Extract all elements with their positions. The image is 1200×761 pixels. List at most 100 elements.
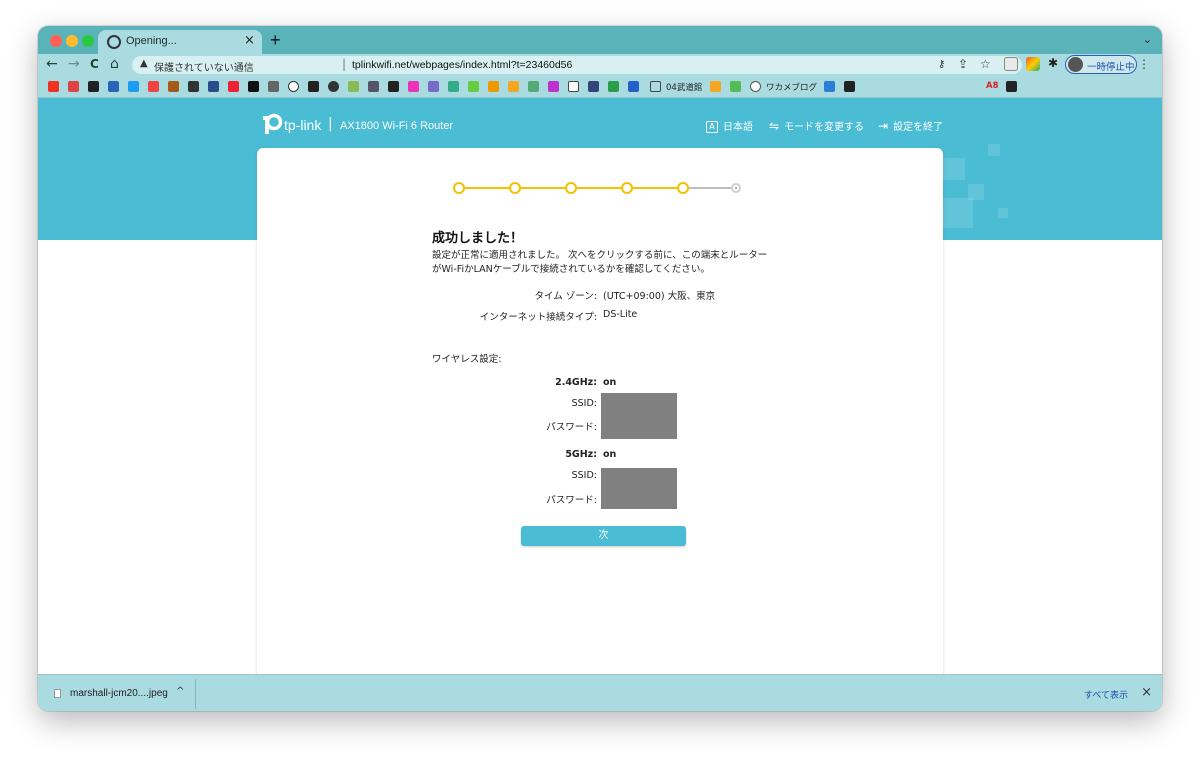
- change-mode-link[interactable]: ⇋ モードを変更する: [769, 118, 864, 133]
- back-button[interactable]: ←: [46, 56, 58, 72]
- browser-menu-icon[interactable]: ⋮: [1138, 57, 1150, 71]
- profile-button[interactable]: 一時停止中: [1065, 55, 1137, 74]
- twitter-bookmark-icon[interactable]: [128, 81, 139, 92]
- tab-opening[interactable]: Opening... ×: [98, 30, 262, 54]
- bookmark-icon[interactable]: [368, 81, 379, 92]
- minimize-window-button[interactable]: [66, 35, 78, 47]
- change-mode-label: モードを変更する: [784, 122, 865, 133]
- bookmark-folder-label[interactable]: 04武道館: [666, 81, 702, 93]
- wireless-settings-heading: ワイヤレス設定:: [432, 354, 502, 365]
- bookmark-icon[interactable]: [548, 81, 559, 92]
- bookmark-icon[interactable]: [588, 81, 599, 92]
- bookmark-icon[interactable]: [608, 81, 619, 92]
- bookmark-icon[interactable]: [824, 81, 835, 92]
- success-heading: 成功しました！: [432, 231, 524, 246]
- header-separator: |: [328, 116, 333, 132]
- amazon-bookmark-icon[interactable]: [88, 81, 99, 92]
- bookmark-icon[interactable]: [208, 81, 219, 92]
- bookmark-icon[interactable]: [488, 81, 499, 92]
- new-tab-button[interactable]: +: [270, 30, 281, 51]
- bookmark-icon[interactable]: [628, 81, 639, 92]
- bookmark-icon[interactable]: [428, 81, 439, 92]
- bookmark-icon[interactable]: [248, 81, 259, 92]
- bookmarks-bar: 04武道館 ワカメブログ A8: [38, 76, 1162, 98]
- bookmark-icon[interactable]: [528, 81, 539, 92]
- exit-setup-link[interactable]: ⇥ 設定を終了: [878, 118, 943, 133]
- bookmark-icon[interactable]: [108, 81, 119, 92]
- connection-type-value: DS-Lite: [603, 309, 638, 320]
- bookmark-icon[interactable]: [730, 81, 741, 92]
- key-icon[interactable]: ⚷: [938, 59, 945, 70]
- bookmark-icon[interactable]: [328, 81, 339, 92]
- reload-button[interactable]: C: [90, 57, 99, 71]
- puzzle-extensions-icon[interactable]: ✱: [1048, 56, 1058, 70]
- password-5ghz-label: パスワード:: [546, 495, 597, 506]
- step-remaining-line: [683, 187, 735, 189]
- bookmark-icon[interactable]: [288, 81, 299, 92]
- bookmark-icon[interactable]: [468, 81, 479, 92]
- bookmark-icon[interactable]: [844, 81, 855, 92]
- browser-toolbar: ← → C ⌂ ▲ 保護されていない通信 | tplinkwifi.net/we…: [38, 54, 1162, 76]
- next-button[interactable]: 次: [521, 526, 686, 546]
- close-download-shelf-icon[interactable]: ×: [1141, 685, 1152, 700]
- security-status[interactable]: 保護されていない通信: [154, 59, 254, 74]
- show-all-downloads-link[interactable]: すべて表示: [1084, 688, 1128, 701]
- bookmark-icon[interactable]: [1006, 81, 1017, 92]
- address-bar[interactable]: ▲ 保護されていない通信 | tplinkwifi.net/webpages/i…: [132, 56, 1022, 74]
- url-text[interactable]: tplinkwifi.net/webpages/index.html?t=234…: [352, 59, 572, 71]
- profile-status-label: 一時停止中: [1087, 62, 1135, 73]
- home-button[interactable]: ⌂: [110, 56, 119, 72]
- amazon-bookmark-icon[interactable]: [388, 81, 399, 92]
- folder-icon[interactable]: [650, 81, 661, 92]
- maximize-window-button[interactable]: [82, 35, 94, 47]
- share-icon[interactable]: ⇪: [958, 57, 968, 71]
- language-selector[interactable]: A 日本語: [706, 118, 753, 133]
- bookmark-icon[interactable]: [750, 81, 761, 92]
- close-window-button[interactable]: [50, 35, 62, 47]
- extension-icon[interactable]: [1004, 57, 1018, 71]
- analytics-bookmark-icon[interactable]: [710, 81, 721, 92]
- tp-link-logo-icon: [263, 113, 283, 134]
- banner-decoration: [988, 144, 1000, 156]
- bookmark-icon[interactable]: [228, 81, 239, 92]
- download-options-chevron-icon[interactable]: ^: [176, 686, 184, 697]
- bookmark-icon[interactable]: [568, 81, 579, 92]
- bookmark-icon[interactable]: [308, 81, 319, 92]
- banner-decoration: [943, 198, 973, 228]
- band-5ghz-label: 5GHz:: [565, 449, 597, 460]
- globe-icon: [107, 35, 121, 49]
- bookmark-star-icon[interactable]: ☆: [980, 57, 991, 71]
- bookmark-label[interactable]: ワカメブログ: [766, 81, 817, 93]
- success-message: 設定が正常に適用されました。 次へをクリックする前に、この端末とルーターがWi-…: [432, 250, 768, 275]
- bookmark-icon[interactable]: [448, 81, 459, 92]
- bookmark-icon[interactable]: [148, 81, 159, 92]
- tab-close-icon[interactable]: ×: [244, 33, 255, 48]
- step-dot: [621, 182, 633, 194]
- rakuten-bookmark-icon[interactable]: [408, 81, 419, 92]
- banner-decoration: [998, 208, 1008, 218]
- band-24ghz-label: 2.4GHz:: [555, 377, 597, 388]
- download-file-name[interactable]: marshall-jcm20....jpeg: [70, 688, 168, 699]
- router-model: AX1800 Wi-Fi 6 Router: [340, 120, 454, 132]
- language-label: 日本語: [723, 122, 753, 133]
- exit-icon: ⇥: [878, 119, 889, 133]
- progress-stepper: [453, 180, 743, 196]
- youtube-bookmark-icon[interactable]: [48, 81, 59, 92]
- language-icon: A: [706, 121, 718, 133]
- timezone-value: (UTC+09:00) 大阪、東京: [603, 291, 716, 302]
- bookmark-icon[interactable]: [188, 81, 199, 92]
- apple-bookmark-icon[interactable]: [268, 81, 279, 92]
- bookmark-icon[interactable]: [168, 81, 179, 92]
- setup-wizard-card: 成功しました！ 設定が正常に適用されました。 次へをクリックする前に、この端末と…: [257, 148, 943, 674]
- band-24ghz-value: on: [603, 377, 617, 388]
- analytics-bookmark-icon[interactable]: [508, 81, 519, 92]
- bookmark-icon[interactable]: [348, 81, 359, 92]
- step-dot: [565, 182, 577, 194]
- colorful-extension-icon[interactable]: [1026, 57, 1040, 71]
- warning-icon[interactable]: ▲: [140, 58, 148, 69]
- download-divider: [195, 679, 196, 709]
- a8-bookmark-label[interactable]: A8: [986, 81, 999, 91]
- forward-button[interactable]: →: [68, 56, 80, 72]
- gmail-bookmark-icon[interactable]: [68, 81, 79, 92]
- tab-search-icon[interactable]: ⌄: [1143, 33, 1152, 46]
